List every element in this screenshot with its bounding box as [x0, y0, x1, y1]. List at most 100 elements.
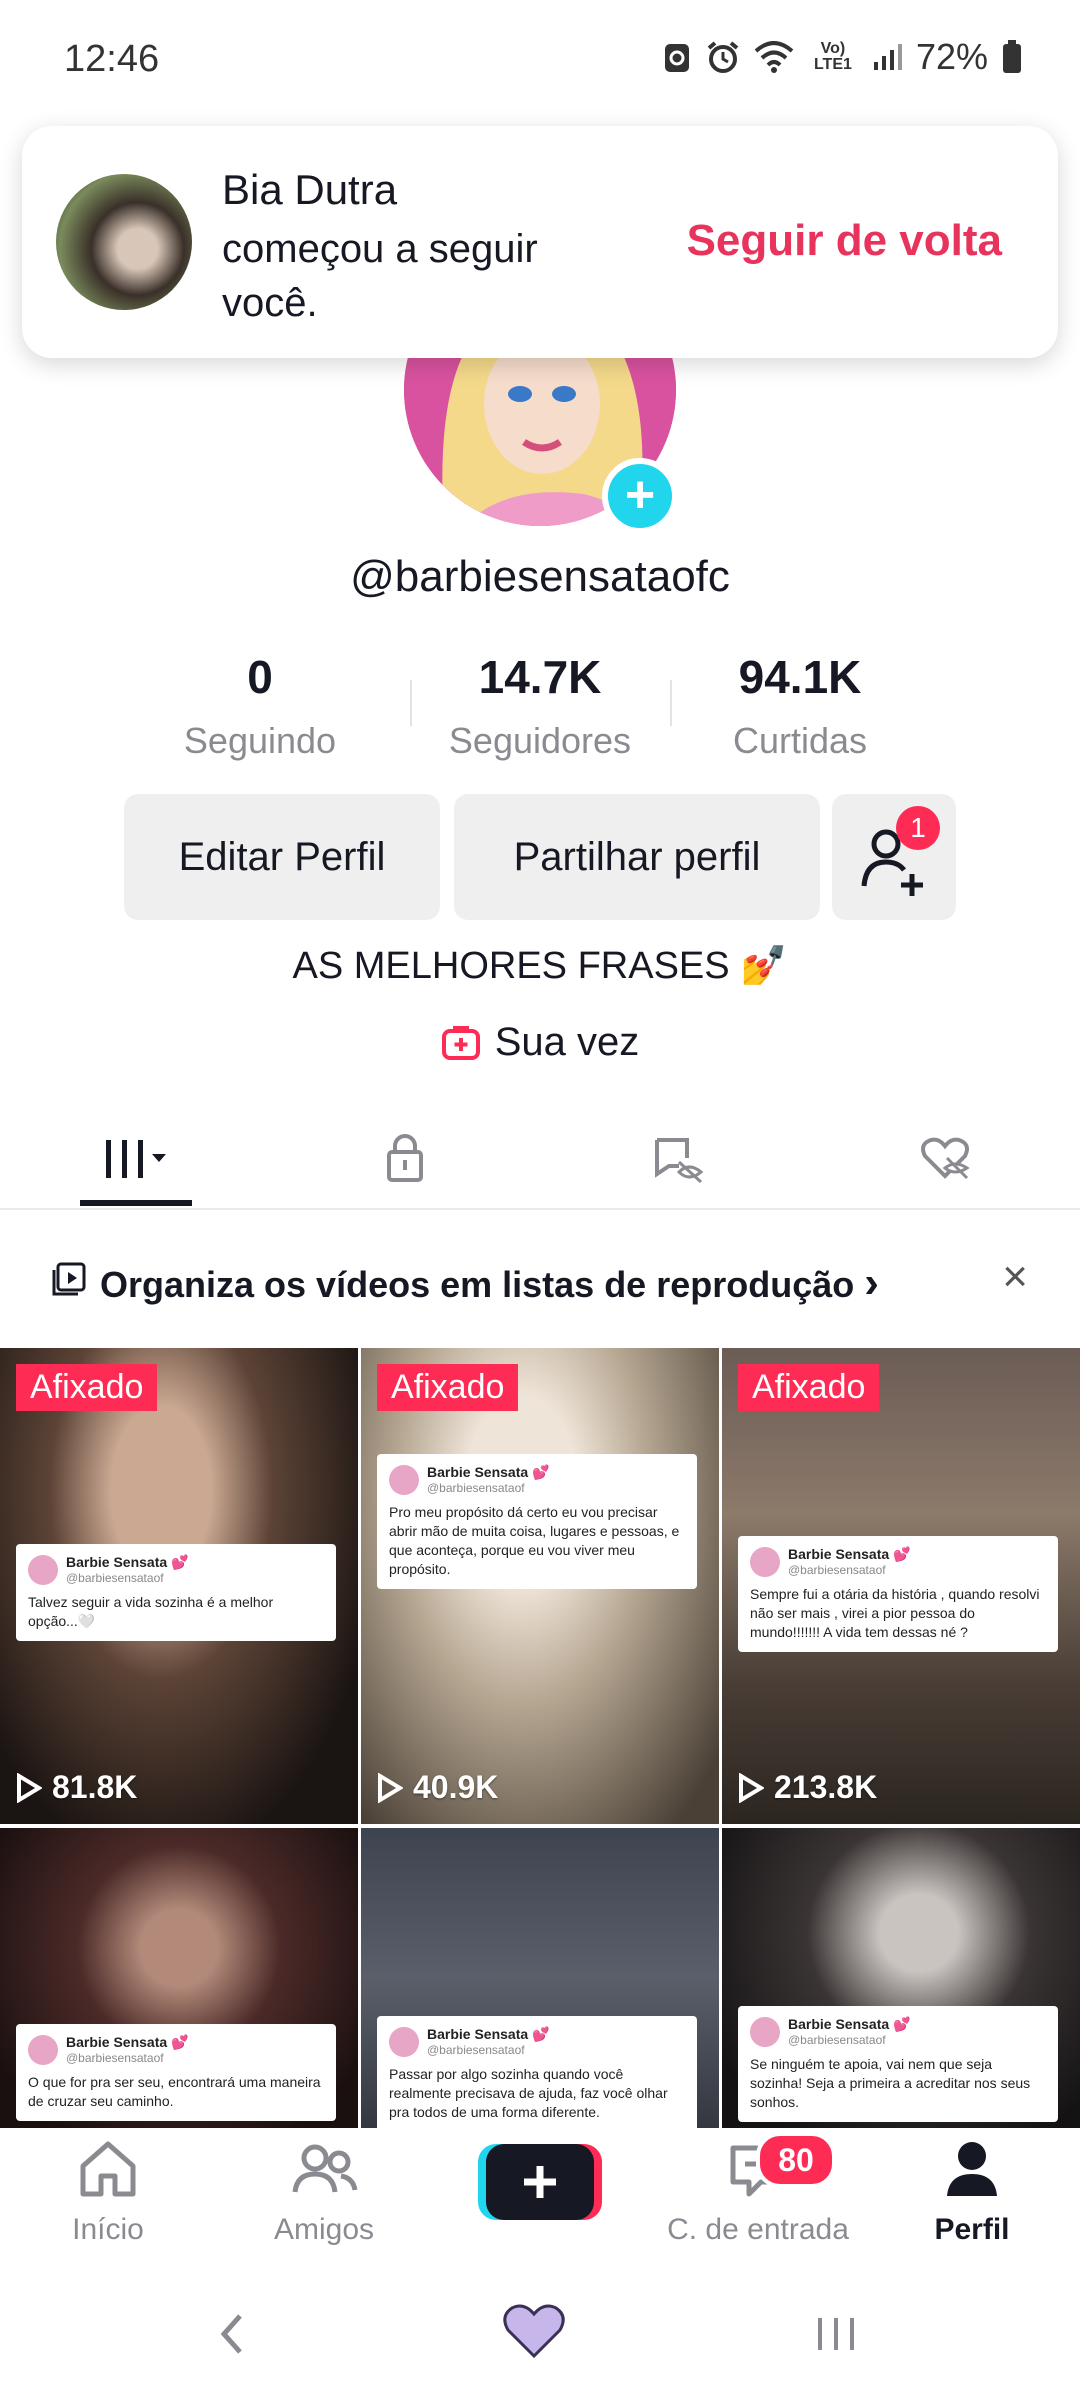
signal-icon — [873, 44, 902, 70]
video-thumbnail[interactable]: Afixado Barbie Sensata 💕 @barbiesensataof… — [722, 1348, 1080, 1824]
tweet-text: Sempre fui a otária da história , quando… — [750, 1586, 1040, 1640]
tweet-card: Barbie Sensata 💕 @barbiesensataof Talvez … — [16, 1544, 336, 1641]
edit-profile-button[interactable]: Editar Perfil — [124, 794, 440, 920]
tweet-card: Barbie Sensata 💕 @barbiesensataof O que f… — [16, 2024, 336, 2121]
tweet-card: Barbie Sensata 💕 @barbiesensataof Se ning… — [738, 2006, 1058, 2122]
profile-username: @barbiesensataofc — [350, 552, 730, 601]
tweet-card: Barbie Sensata 💕 @barbiesensataof Pro meu… — [377, 1454, 697, 1589]
add-post-icon — [441, 1026, 480, 1060]
battery-icon — [1003, 40, 1021, 73]
tweet-name: Barbie Sensata 💕 — [66, 1554, 189, 1570]
stat-divider — [410, 680, 412, 726]
tweet-avatar — [389, 1464, 419, 1495]
video-thumbnail[interactable]: Afixado Barbie Sensata 💕 @barbiesensataof… — [361, 1348, 719, 1824]
tweet-name: Barbie Sensata 💕 — [427, 1464, 550, 1480]
play-icon — [17, 1772, 42, 1803]
recycle-icon — [664, 44, 689, 72]
link-label: Sua vez — [494, 1020, 640, 1064]
tweet-text: Passar por algo sozinha quando você real… — [389, 2066, 668, 2120]
video-thumbnail[interactable]: Barbie Sensata 💕 @barbiesensataof O que f… — [0, 1828, 358, 2128]
heart-home-icon[interactable] — [500, 2300, 568, 2360]
tweet-handle: @barbiesensataof — [788, 2033, 886, 2047]
tweet-avatar — [28, 1554, 58, 1585]
profile-stats: 0 Seguindo 14.7K Seguidores 94.1K Curtid… — [140, 650, 940, 762]
tab-liked[interactable] — [810, 1118, 1080, 1198]
tab-videos[interactable] — [0, 1118, 270, 1198]
tweet-name: Barbie Sensata 💕 — [66, 2034, 189, 2050]
video-thumbnail[interactable]: Afixado Barbie Sensata 💕 @barbiesensataof… — [0, 1348, 358, 1824]
playlist-icon — [52, 1262, 86, 1296]
tweet-name: Barbie Sensata 💕 — [427, 2026, 550, 2042]
nav-label: Início — [72, 2213, 144, 2246]
stat-value: 0 — [247, 651, 273, 703]
add-friends-button[interactable] — [832, 794, 956, 920]
view-count: 40.9K — [377, 1769, 498, 1806]
stat-value: 94.1K — [738, 651, 862, 703]
tweet-name: Barbie Sensata 💕 — [788, 2016, 911, 2032]
tweet-text: O que for pra ser seu, encontrará uma ma… — [28, 2074, 321, 2109]
profile-link[interactable]: Sua vez — [0, 1020, 1080, 1065]
stat-likes[interactable]: 94.1K Curtidas — [680, 650, 920, 762]
status-time: 12:46 — [64, 38, 160, 80]
tweet-name: Barbie Sensata 💕 — [788, 1546, 911, 1562]
add-avatar-button[interactable]: + — [602, 458, 678, 534]
inbox-badge: 80 — [756, 2132, 836, 2188]
stat-value: 14.7K — [478, 651, 602, 703]
plus-icon — [478, 2144, 602, 2220]
recents-icon[interactable] — [812, 2304, 862, 2364]
stat-followers[interactable]: 14.7K Seguidores — [420, 650, 660, 762]
friends-icon — [292, 2144, 358, 2193]
hidden-reposts-icon — [655, 1138, 704, 1184]
play-icon — [739, 1772, 764, 1803]
nav-label: Perfil — [934, 2213, 1010, 2246]
lock-icon — [387, 1134, 423, 1182]
stat-divider — [670, 680, 672, 726]
video-thumbnail[interactable]: Barbie Sensata 💕 @barbiesensataof Passar … — [361, 1828, 719, 2128]
tab-private[interactable] — [270, 1118, 540, 1198]
tweet-handle: @barbiesensataof — [788, 1563, 886, 1577]
nav-friends[interactable]: Amigos — [224, 2134, 424, 2247]
chevron-right-icon: › — [864, 1258, 879, 1307]
tweet-avatar — [389, 2026, 419, 2057]
play-icon — [378, 1772, 403, 1803]
friend-requests-badge: 1 — [896, 806, 940, 850]
follow-notification[interactable]: Bia Dutra começou a seguir você. Seguir … — [22, 126, 1058, 358]
pinned-badge: Afixado — [738, 1364, 880, 1411]
tweet-text: Se ninguém te apoia, vai nem que seja so… — [750, 2056, 1031, 2110]
pinned-badge: Afixado — [377, 1364, 519, 1411]
stat-following[interactable]: 0 Seguindo — [140, 650, 380, 762]
tweet-card: Barbie Sensata 💕 @barbiesensataof Passar … — [377, 2016, 697, 2128]
tab-reposts[interactable] — [540, 1118, 810, 1198]
tabs-divider — [0, 1208, 1080, 1210]
tweet-text: Pro meu propósito dá certo eu vou precis… — [389, 1504, 680, 1577]
create-button[interactable] — [478, 2144, 602, 2220]
tweet-handle: @barbiesensataof — [427, 1481, 525, 1495]
stat-label: Seguindo — [183, 720, 337, 761]
tweet-avatar — [28, 2034, 58, 2065]
tweet-handle: @barbiesensataof — [427, 2043, 525, 2057]
stat-label: Seguidores — [448, 720, 632, 761]
tweet-avatar — [750, 1546, 780, 1577]
playlist-banner[interactable]: Organiza os vídeos em listas de reproduç… — [0, 1224, 1080, 1348]
tweet-text: Talvez seguir a vida sozinha é a melhor … — [28, 1594, 274, 1629]
notification-avatar[interactable] — [56, 174, 192, 310]
notification-text: começou a seguir você. — [222, 227, 538, 325]
tweet-card: Barbie Sensata 💕 @barbiesensataof Sempre … — [738, 1536, 1058, 1652]
video-thumbnail[interactable]: Barbie Sensata 💕 @barbiesensataof Se ning… — [722, 1828, 1080, 2128]
nav-profile[interactable]: Perfil — [872, 2134, 1072, 2247]
nav-label: Amigos — [273, 2213, 375, 2246]
pinned-badge: Afixado — [16, 1364, 158, 1411]
stat-label: Curtidas — [732, 720, 868, 761]
battery-percent: 72% — [915, 36, 988, 77]
status-icons: Vo) LTE1 72% — [662, 36, 1022, 78]
tweet-handle: @barbiesensataof — [66, 1571, 164, 1585]
back-icon[interactable] — [212, 2304, 252, 2364]
status-bar: 12:46 Vo) LTE1 72% — [0, 0, 1080, 120]
alarm-icon — [707, 41, 739, 73]
grid-icon — [106, 1140, 166, 1178]
follow-back-button[interactable]: Seguir de volta — [687, 216, 1002, 266]
nav-home[interactable]: Início — [8, 2134, 208, 2247]
close-icon[interactable]: × — [1002, 1252, 1028, 1302]
nav-label: C. de entrada — [667, 2213, 849, 2246]
share-profile-button[interactable]: Partilhar perfil — [454, 794, 820, 920]
